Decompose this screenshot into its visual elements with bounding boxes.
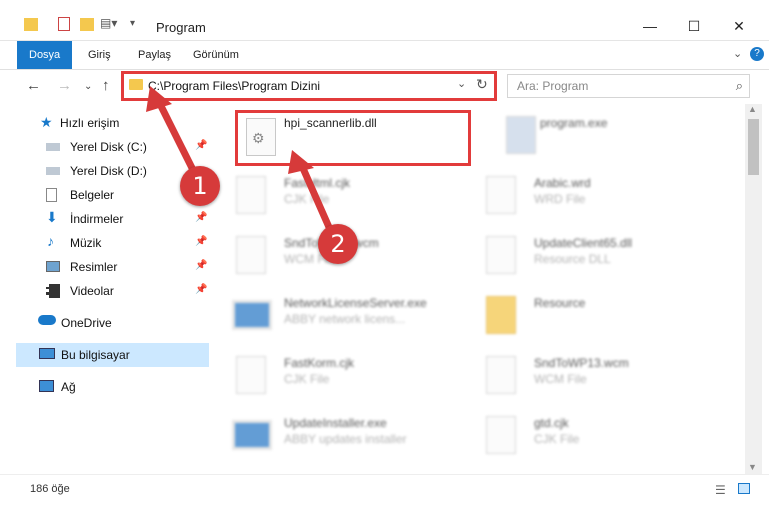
arrow-2 — [288, 150, 336, 238]
step-1-badge: 1 — [180, 166, 220, 206]
arrow-1 — [146, 86, 200, 180]
step-2-badge: 2 — [318, 224, 358, 264]
annotation-arrows — [146, 86, 336, 238]
